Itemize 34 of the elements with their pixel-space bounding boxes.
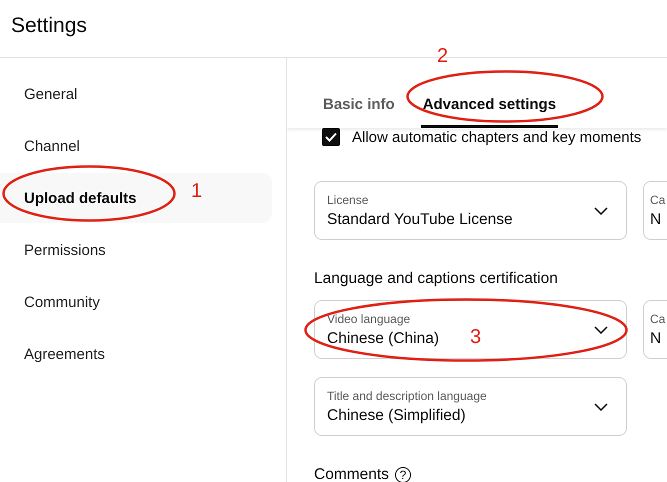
dropdown-label: Video language [327,312,410,326]
dropdown-label: Ca [650,312,666,326]
sidebar-item[interactable]: Channel [0,121,272,171]
annotation-number: 2 [437,46,448,66]
checkbox-label: Allow automatic chapters and key moments [352,128,642,146]
dropdown-label: Title and description language [327,388,487,402]
dropdown-value: N [650,210,662,228]
annotation-number: 1 [191,181,202,201]
chevron-down-icon [594,402,608,410]
sidebar-item[interactable]: Agreements [0,329,272,379]
dropdown-value: Standard YouTube License [327,210,513,228]
dropdown[interactable]: Ca N [643,300,667,359]
dropdown-value: Chinese (Simplified) [327,406,466,424]
dropdown[interactable]: License Standard YouTube License [314,181,627,240]
dropdown[interactable]: Ca N [643,181,667,240]
chevron-down-icon [594,206,608,214]
dropdown-value: Chinese (China) [327,330,439,348]
dropdown-label: License [327,192,368,206]
dropdown-label: Ca [650,192,666,206]
chevron-down-icon [594,326,608,334]
tab[interactable]: Advanced settings [420,84,558,128]
dropdown[interactable]: Title and description language Chinese (Simplified) [314,377,627,436]
page-title: Settings [11,14,87,38]
checkbox[interactable] [322,128,340,146]
section-heading: Comments [314,466,389,482]
sidebar-item[interactable]: General [0,69,272,119]
sidebar-item[interactable]: Permissions [0,225,272,275]
check-icon [325,132,337,142]
sidebar-item[interactable]: Community [0,277,272,327]
help-icon[interactable]: ? [394,467,411,482]
dropdown-value: N [650,330,662,348]
tab[interactable]: Basic info [308,84,395,128]
section-heading: Language and captions certification [314,270,558,288]
annotation-number: 3 [470,327,482,347]
